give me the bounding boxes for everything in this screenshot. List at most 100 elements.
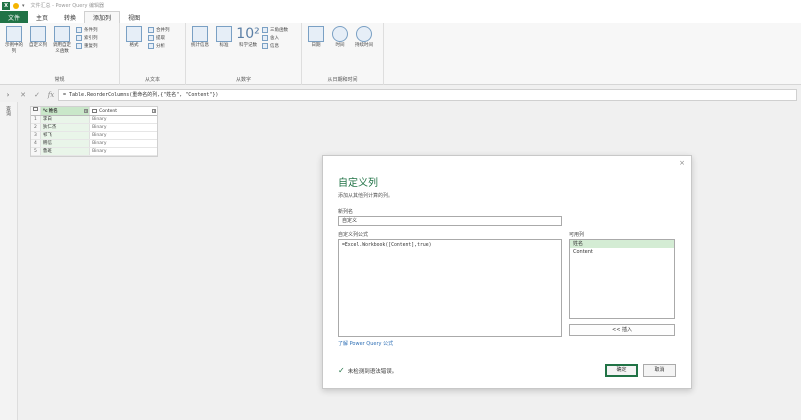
rounding-button[interactable]: 舍入 <box>262 35 288 41</box>
format-icon <box>126 26 142 42</box>
column-filter-dropdown-icon[interactable]: ▾ <box>84 109 89 113</box>
ribbon-group-number-label: 从数字 <box>235 77 251 83</box>
content-cell[interactable]: Binary <box>90 140 157 147</box>
binary-type-icon <box>92 109 98 113</box>
content-cell[interactable]: Binary <box>90 116 157 123</box>
table-menu-button[interactable] <box>31 107 41 115</box>
content-cell[interactable]: Binary <box>90 132 157 139</box>
trigonometry-label: 三角函数 <box>270 28 288 33</box>
list-item[interactable]: Content <box>570 248 674 256</box>
ribbon-group-text: 格式 合并列 提取 分析 从文本 <box>120 23 186 85</box>
table-icon <box>32 107 38 111</box>
information-label: 信息 <box>270 44 279 49</box>
formula-input[interactable]: = Table.ReorderColumns(重命名的列,{"姓名", "Con… <box>58 89 797 101</box>
extract-button[interactable]: 提取 <box>148 35 170 41</box>
confirm-formula-icon[interactable]: ✓ <box>30 91 44 99</box>
trigonometry-button[interactable]: 三角函数 <box>262 27 288 33</box>
date-label: 日期 <box>311 43 321 48</box>
grid-header-row: ᴬc 姓名 ▾ Content ⇕ <box>31 107 157 116</box>
format-label: 格式 <box>129 43 139 48</box>
tab-add-column[interactable]: 添加列 <box>84 11 121 23</box>
statistics-label: 统计信息 <box>191 43 209 48</box>
name-cell[interactable]: 祁飞 <box>40 132 91 139</box>
expand-column-icon[interactable]: ⇕ <box>152 109 157 113</box>
ribbon-tabs: 文件 主页 转换 添加列 视图 <box>0 11 801 23</box>
name-cell[interactable]: 李白 <box>40 116 91 123</box>
cancel-formula-icon[interactable]: ✕ <box>16 91 30 99</box>
new-column-name-input[interactable]: 自定义 <box>338 216 562 226</box>
fx-icon: fx <box>47 91 55 99</box>
list-item[interactable]: 姓名 <box>570 240 674 248</box>
index-column-icon <box>76 35 82 41</box>
dialog-title: 自定义列 <box>338 178 378 189</box>
calendar-icon <box>308 26 324 42</box>
column-header-name[interactable]: ᴬc 姓名 ▾ <box>40 107 91 115</box>
close-icon[interactable]: × <box>679 159 685 167</box>
clock-icon <box>332 26 348 42</box>
standard-icon <box>216 26 232 42</box>
time-label: 时间 <box>335 43 345 48</box>
formula-bar: › ✕ ✓ fx = Table.ReorderColumns(重命名的列,{"… <box>0 88 801 102</box>
ribbon-group-text-label: 从文本 <box>144 77 160 83</box>
ribbon-group-date: 日期 时间 持续时间 从日期和时间 <box>302 23 384 85</box>
custom-column-icon <box>30 26 46 42</box>
custom-formula-editor[interactable]: =Excel.Workbook([Content],true) <box>338 239 562 337</box>
duplicate-column-button[interactable]: 重复列 <box>76 43 98 49</box>
content-cell[interactable]: Binary <box>90 148 157 155</box>
trigonometry-icon <box>262 27 268 33</box>
merge-columns-icon <box>148 27 154 33</box>
information-button[interactable]: 信息 <box>262 43 288 49</box>
checkmark-icon: ✓ <box>338 366 345 375</box>
window-title: 文件汇总 - Power Query 编辑器 <box>30 3 104 9</box>
quick-access-dropdown-icon[interactable]: ▾ <box>22 3 25 9</box>
name-cell[interactable]: 狄仁杰 <box>40 124 91 131</box>
custom-column-label: 自定义列 <box>29 43 47 48</box>
merge-columns-button[interactable]: 合并列 <box>148 27 170 33</box>
row-index: 4 <box>31 140 41 147</box>
table-row[interactable]: 3 祁飞 Binary <box>31 132 157 140</box>
name-cell[interactable]: 鲁班 <box>40 148 91 155</box>
extract-icon <box>148 35 154 41</box>
column-header-content[interactable]: Content ⇕ <box>90 107 157 115</box>
text-type-icon: ᴬc <box>42 108 48 114</box>
parse-button[interactable]: 分析 <box>148 43 170 49</box>
table-row[interactable]: 4 韩信 Binary <box>31 140 157 148</box>
ribbon-group-general-label: 常规 <box>54 77 65 83</box>
index-column-label: 索引列 <box>84 36 98 41</box>
available-columns-list[interactable]: 姓名 Content <box>569 239 675 319</box>
standard-label: 标准 <box>219 43 229 48</box>
queries-pane[interactable]: 查询 <box>0 102 18 420</box>
tab-home[interactable]: 主页 <box>28 11 56 23</box>
ribbon-group-general: 示例中的列 自定义列 调用自定义函数 条件列 索引列 重复列 常规 <box>0 23 120 85</box>
table-row[interactable]: 5 鲁班 Binary <box>31 148 157 156</box>
expand-queries-icon[interactable]: › <box>0 91 16 99</box>
insert-button[interactable]: << 插入 <box>569 324 675 336</box>
table-row[interactable]: 1 李白 Binary <box>31 116 157 124</box>
tab-view[interactable]: 视图 <box>120 11 148 23</box>
title-bar: X ▾ 文件汇总 - Power Query 编辑器 <box>0 0 801 11</box>
ok-button[interactable]: 确定 <box>605 364 638 377</box>
invoke-function-label: 调用自定义函数 <box>53 43 71 54</box>
ribbon-group-date-label: 从日期和时间 <box>327 77 358 83</box>
rounding-icon <box>262 35 268 41</box>
scientific-label: 科学记数 <box>239 43 257 48</box>
name-cell[interactable]: 韩信 <box>40 140 91 147</box>
conditional-column-button[interactable]: 条件列 <box>76 27 98 33</box>
parse-label: 分析 <box>156 44 165 49</box>
tab-file[interactable]: 文件 <box>0 11 29 23</box>
cancel-button[interactable]: 取消 <box>643 364 676 377</box>
power-of-ten-icon: 10² <box>236 26 260 42</box>
content-cell[interactable]: Binary <box>90 124 157 131</box>
ribbon: 示例中的列 自定义列 调用自定义函数 条件列 索引列 重复列 常规 格式 合并列… <box>0 23 801 85</box>
smiley-icon[interactable] <box>13 2 19 9</box>
parse-icon <box>148 43 154 49</box>
table-row[interactable]: 2 狄仁杰 Binary <box>31 124 157 132</box>
learn-formulas-link[interactable]: 了解 Power Query 公式 <box>338 340 393 347</box>
row-index: 3 <box>31 132 41 139</box>
column-header-name-label: 姓名 <box>48 108 58 114</box>
tab-transform[interactable]: 转换 <box>56 11 84 23</box>
sigma-icon <box>192 26 208 42</box>
data-grid: ᴬc 姓名 ▾ Content ⇕ 1 李白 Binary 2 狄仁杰 Bina… <box>30 106 158 157</box>
index-column-button[interactable]: 索引列 <box>76 35 98 41</box>
new-column-name-label: 新列名 <box>338 209 354 215</box>
